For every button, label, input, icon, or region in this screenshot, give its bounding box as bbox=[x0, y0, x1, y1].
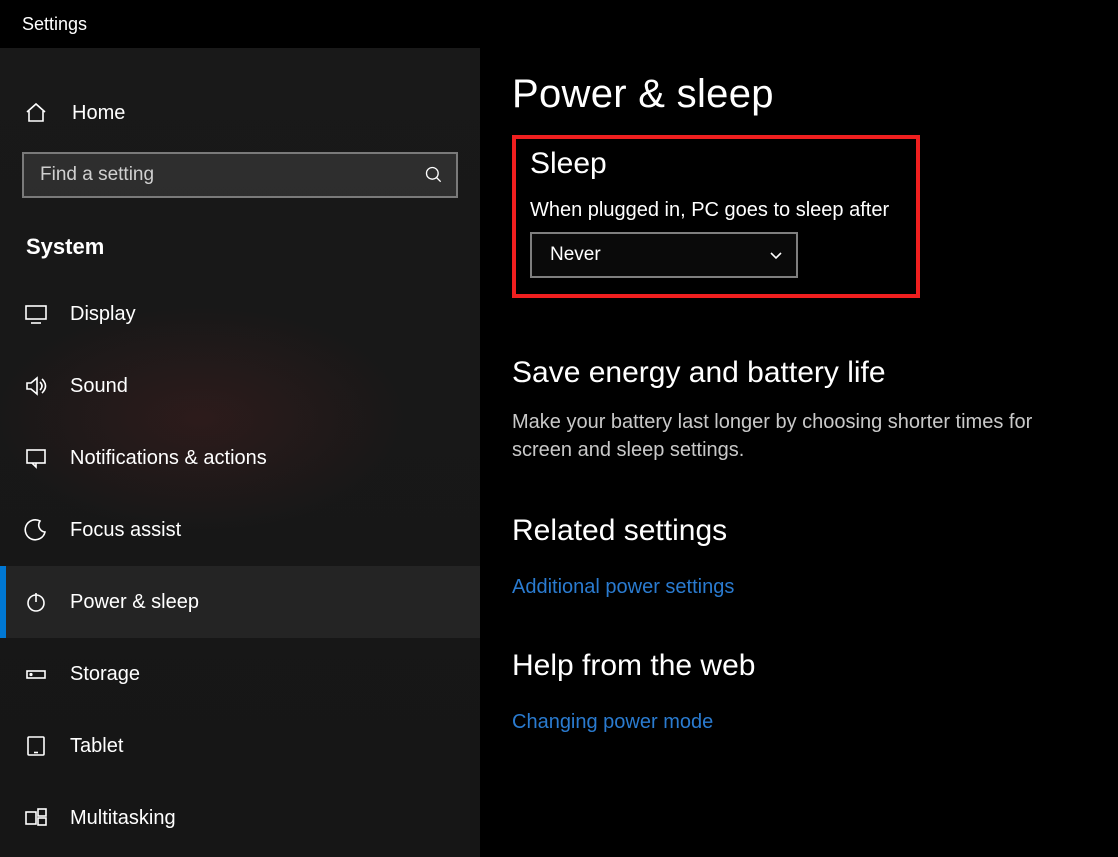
maximize-button[interactable] bbox=[982, 0, 1050, 48]
close-button[interactable] bbox=[1050, 0, 1118, 48]
power-icon bbox=[24, 590, 48, 614]
related-section: Related settings Additional power settin… bbox=[512, 514, 1086, 599]
sidebar-item-tablet[interactable]: Tablet bbox=[0, 710, 480, 782]
storage-icon bbox=[24, 662, 48, 686]
main-content: Power & sleep Sleep When plugged in, PC … bbox=[480, 48, 1118, 857]
sidebar-item-display[interactable]: Display bbox=[0, 278, 480, 350]
sound-icon bbox=[24, 374, 48, 398]
help-heading: Help from the web bbox=[512, 649, 1086, 683]
sidebar-item-power-sleep[interactable]: Power & sleep bbox=[0, 566, 480, 638]
search-wrap bbox=[0, 152, 480, 198]
additional-power-settings-link[interactable]: Additional power settings bbox=[512, 576, 734, 599]
focus-assist-icon bbox=[24, 518, 48, 542]
sleep-heading: Sleep bbox=[530, 147, 902, 181]
search-icon bbox=[424, 165, 444, 185]
multitasking-icon bbox=[24, 806, 48, 830]
sidebar-item-sound[interactable]: Sound bbox=[0, 350, 480, 422]
sidebar-item-storage[interactable]: Storage bbox=[0, 638, 480, 710]
energy-section: Save energy and battery life Make your b… bbox=[512, 356, 1086, 464]
titlebar: Settings bbox=[0, 0, 1118, 48]
settings-window: Settings Home bbox=[0, 0, 1118, 857]
display-icon bbox=[24, 302, 48, 326]
minimize-button[interactable] bbox=[914, 0, 982, 48]
sidebar-item-focus-assist[interactable]: Focus assist bbox=[0, 494, 480, 566]
sleep-timer-value: Never bbox=[550, 244, 601, 266]
nav-home[interactable]: Home bbox=[0, 84, 480, 140]
energy-heading: Save energy and battery life bbox=[512, 356, 1086, 390]
sidebar-item-label: Focus assist bbox=[70, 519, 181, 542]
home-icon bbox=[24, 101, 48, 125]
page-title: Power & sleep bbox=[512, 72, 1086, 117]
nav-list: Display Sound Notifications & actions bbox=[0, 278, 480, 854]
help-section: Help from the web Changing power mode bbox=[512, 649, 1086, 734]
sleep-highlight-box: Sleep When plugged in, PC goes to sleep … bbox=[512, 135, 920, 298]
category-heading: System bbox=[0, 198, 480, 278]
window-body: Home System Display bbox=[0, 48, 1118, 857]
sidebar-item-label: Power & sleep bbox=[70, 591, 199, 614]
search-input[interactable] bbox=[40, 164, 424, 186]
sidebar-item-label: Sound bbox=[70, 375, 128, 398]
sidebar-item-multitasking[interactable]: Multitasking bbox=[0, 782, 480, 854]
window-title: Settings bbox=[0, 14, 87, 35]
energy-text: Make your battery last longer by choosin… bbox=[512, 408, 1072, 464]
sidebar-item-label: Tablet bbox=[70, 735, 123, 758]
search-box[interactable] bbox=[22, 152, 458, 198]
sidebar-item-label: Multitasking bbox=[70, 807, 176, 830]
sidebar-item-label: Notifications & actions bbox=[70, 447, 267, 470]
sleep-setting-label: When plugged in, PC goes to sleep after bbox=[530, 199, 902, 222]
chevron-down-icon bbox=[768, 247, 784, 263]
related-heading: Related settings bbox=[512, 514, 1086, 548]
sidebar-item-label: Display bbox=[70, 303, 136, 326]
sidebar-item-label: Storage bbox=[70, 663, 140, 686]
notifications-icon bbox=[24, 446, 48, 470]
changing-power-mode-link[interactable]: Changing power mode bbox=[512, 711, 713, 734]
sleep-timer-dropdown[interactable]: Never bbox=[530, 232, 798, 278]
tablet-icon bbox=[24, 734, 48, 758]
sidebar: Home System Display bbox=[0, 48, 480, 857]
sidebar-item-notifications[interactable]: Notifications & actions bbox=[0, 422, 480, 494]
nav-home-label: Home bbox=[72, 102, 125, 125]
